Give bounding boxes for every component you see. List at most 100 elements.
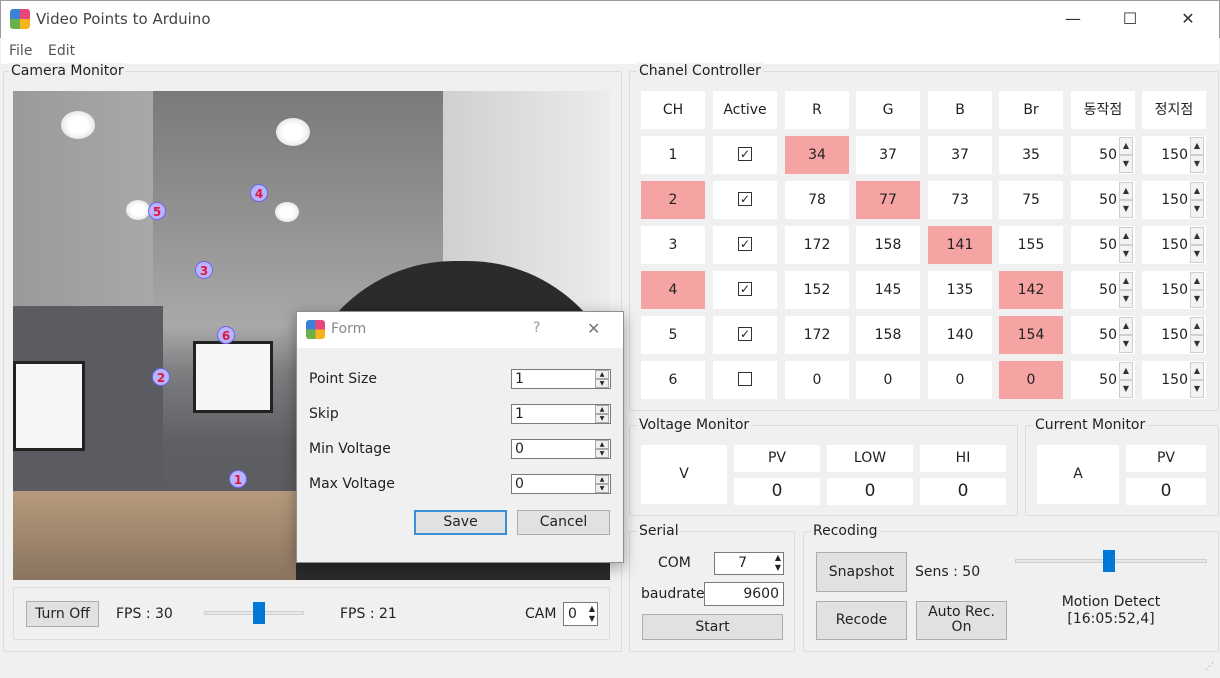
spin-up-icon[interactable]: ▲ <box>1119 137 1133 155</box>
channel-br-cell: 0 <box>999 361 1063 399</box>
spin-down-icon[interactable]: ▼ <box>1119 200 1133 218</box>
min-voltage-spinner[interactable]: 0 ▲ ▼ <box>511 439 611 459</box>
cancel-button[interactable]: Cancel <box>517 510 610 535</box>
max-voltage-spinner[interactable]: 0 ▲ ▼ <box>511 474 611 494</box>
operating-point-spinner[interactable]: 50 ▲ ▼ <box>1071 316 1135 354</box>
stop-point-spinner[interactable]: 150 ▲ ▼ <box>1142 271 1206 309</box>
spin-up-icon[interactable]: ▲ <box>1190 227 1204 245</box>
spin-down-icon[interactable]: ▼ <box>1190 245 1204 263</box>
spin-up-icon[interactable]: ▲ <box>1190 272 1204 290</box>
column-header: Active <box>713 91 777 129</box>
spin-up-icon[interactable]: ▲ <box>1119 272 1133 290</box>
active-checkbox[interactable] <box>738 372 752 386</box>
tracking-point-2[interactable]: 2 <box>152 368 170 386</box>
spin-down-icon[interactable]: ▼ <box>1119 380 1133 398</box>
com-spinner[interactable]: 7 ▲ ▼ <box>714 552 784 575</box>
active-checkbox[interactable]: ✓ <box>738 147 752 161</box>
fps-slider-thumb[interactable] <box>253 602 265 624</box>
dialog-close-button[interactable]: ✕ <box>587 319 600 338</box>
active-checkbox[interactable]: ✓ <box>738 327 752 341</box>
channel-r-cell: 152 <box>785 271 849 309</box>
operating-point-spinner[interactable]: 50 ▲ ▼ <box>1071 271 1135 309</box>
active-checkbox[interactable]: ✓ <box>738 192 752 206</box>
menu-edit[interactable]: Edit <box>48 43 75 59</box>
point-size-spinner[interactable]: 1 ▲ ▼ <box>511 369 611 389</box>
com-spin-icon[interactable]: ▲ ▼ <box>775 553 781 573</box>
minimize-button[interactable]: — <box>1050 4 1096 34</box>
auto-rec-button[interactable]: Auto Rec. On <box>916 601 1007 640</box>
tracking-point-4[interactable]: 4 <box>250 184 268 202</box>
spin-up-icon[interactable]: ▲ <box>1119 362 1133 380</box>
channel-b-cell: 0 <box>928 361 992 399</box>
channel-ch-cell: 6 <box>641 361 705 399</box>
stop-point-spinner[interactable]: 150 ▲ ▼ <box>1142 136 1206 174</box>
recode-button[interactable]: Recode <box>816 601 907 640</box>
spin-up-icon[interactable]: ▲ <box>1190 182 1204 200</box>
save-button[interactable]: Save <box>414 510 507 535</box>
menu-file[interactable]: File <box>9 43 32 59</box>
spin-up-icon[interactable]: ▲ <box>1190 137 1204 155</box>
stop-point-spinner[interactable]: 150 ▲ ▼ <box>1142 316 1206 354</box>
spin-up-icon[interactable]: ▲ <box>1190 317 1204 335</box>
spin-down-icon[interactable]: ▼ <box>1190 200 1204 218</box>
spin-down-icon[interactable]: ▼ <box>1190 335 1204 353</box>
operating-point-spinner[interactable]: 50 ▲ ▼ <box>1071 181 1135 219</box>
turn-off-button[interactable]: Turn Off <box>26 601 99 627</box>
channel-br-cell: 35 <box>999 136 1063 174</box>
spin-up-icon[interactable]: ▲ <box>1119 317 1133 335</box>
spin-up-icon[interactable]: ▲ <box>1119 227 1133 245</box>
tracking-point-5[interactable]: 5 <box>148 202 166 220</box>
cam-select[interactable]: 0 ▲ ▼ <box>563 602 598 626</box>
stop-point-spinner[interactable]: 150 ▲ ▼ <box>1142 226 1206 264</box>
channel-g-cell: 158 <box>856 316 920 354</box>
spin-down-icon[interactable]: ▼ <box>1190 380 1204 398</box>
operating-point-spinner[interactable]: 50 ▲ ▼ <box>1071 226 1135 264</box>
camera-controls-group <box>13 587 610 640</box>
active-cell[interactable]: ✓ <box>713 271 777 309</box>
operating-point-spinner[interactable]: 50 ▲ ▼ <box>1071 136 1135 174</box>
point-size-value: 1 <box>515 371 524 387</box>
spin-down-icon[interactable]: ▼ <box>1119 155 1133 173</box>
active-cell[interactable]: ✓ <box>713 136 777 174</box>
spin-down-icon[interactable]: ▼ <box>1119 335 1133 353</box>
resize-grip-icon[interactable]: ⋰ <box>1205 662 1214 672</box>
tracking-point-6[interactable]: 6 <box>217 326 235 344</box>
start-button[interactable]: Start <box>642 614 783 640</box>
active-checkbox[interactable]: ✓ <box>738 237 752 251</box>
active-cell[interactable] <box>713 361 777 399</box>
cam-spin-icon[interactable]: ▲ ▼ <box>589 604 595 624</box>
voltage-low-value: 0 <box>827 478 913 505</box>
active-cell[interactable]: ✓ <box>713 181 777 219</box>
baudrate-input[interactable]: 9600 <box>704 582 784 606</box>
maximize-button[interactable]: ☐ <box>1107 4 1153 34</box>
channel-g-cell: 145 <box>856 271 920 309</box>
active-cell[interactable]: ✓ <box>713 316 777 354</box>
stop-point-spinner[interactable]: 150 ▲ ▼ <box>1142 181 1206 219</box>
close-button[interactable]: ✕ <box>1165 4 1211 34</box>
spin-up-icon[interactable]: ▲ <box>1190 362 1204 380</box>
active-checkbox[interactable]: ✓ <box>738 282 752 296</box>
snapshot-button[interactable]: Snapshot <box>816 552 907 592</box>
motion-detect-time: [16:05:52,4] <box>1067 611 1155 627</box>
sens-slider-thumb[interactable] <box>1103 550 1115 572</box>
spin-down-icon[interactable]: ▼ <box>1190 155 1204 173</box>
operating-point-spinner[interactable]: 50 ▲ ▼ <box>1071 361 1135 399</box>
tracking-point-1[interactable]: 1 <box>229 470 247 488</box>
com-value: 7 <box>738 555 747 571</box>
stop-point-spinner[interactable]: 150 ▲ ▼ <box>1142 361 1206 399</box>
operating-point-value: 50 <box>1099 237 1117 253</box>
spin-down-icon[interactable]: ▼ <box>1119 245 1133 263</box>
baudrate-value: 9600 <box>743 586 779 602</box>
skip-spinner[interactable]: 1 ▲ ▼ <box>511 404 611 424</box>
voltage-hi-label: HI <box>920 445 1006 472</box>
channel-r-cell: 78 <box>785 181 849 219</box>
spin-down-icon[interactable]: ▼ <box>1119 290 1133 308</box>
current-pv-label: PV <box>1126 445 1206 472</box>
spin-down-icon[interactable]: ▼ <box>1190 290 1204 308</box>
active-cell[interactable]: ✓ <box>713 226 777 264</box>
dialog-help-button[interactable]: ? <box>533 320 540 336</box>
spin-up-icon[interactable]: ▲ <box>1119 182 1133 200</box>
menu-bar <box>1 38 1219 64</box>
voltage-pv-value: 0 <box>734 478 820 505</box>
tracking-point-3[interactable]: 3 <box>195 261 213 279</box>
